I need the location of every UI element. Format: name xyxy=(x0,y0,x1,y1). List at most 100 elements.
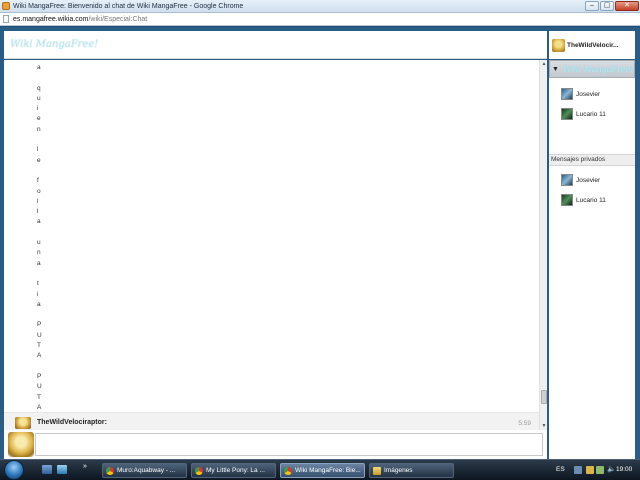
avatar xyxy=(8,432,34,457)
message-line: P xyxy=(37,372,42,380)
message-line: P xyxy=(37,321,42,329)
close-button[interactable]: ✕ xyxy=(615,1,639,11)
taskbar-item-label: Imágenes xyxy=(384,467,413,474)
window-titlebar: Wiki MangaFree: Bienvenido al chat de Wi… xyxy=(0,0,640,13)
avatar xyxy=(561,88,573,100)
chat-message-input[interactable] xyxy=(35,433,543,456)
tray-network-icon[interactable] xyxy=(574,466,582,474)
message-line: a xyxy=(37,300,41,308)
chat-scrollbar[interactable]: ▲ ▼ xyxy=(539,60,547,430)
taskbar-item[interactable]: Wiki MangaFree: Bie... xyxy=(280,463,365,478)
message-line: l xyxy=(37,146,39,154)
chrome-icon xyxy=(195,466,203,475)
scroll-up-arrow-icon[interactable]: ▲ xyxy=(540,60,547,68)
scroll-thumb[interactable] xyxy=(541,390,547,404)
avatar xyxy=(552,38,565,52)
taskbar-item[interactable]: My Little Pony: La ... xyxy=(191,463,276,478)
language-indicator[interactable]: ES xyxy=(556,466,565,473)
message-line: i xyxy=(37,290,39,298)
taskbar: » Muro:Aquabway - ... My Little Pony: La… xyxy=(0,459,640,480)
chat-input-area xyxy=(4,430,547,459)
window-controls: – ▢ ✕ xyxy=(585,1,639,11)
message-line: n xyxy=(37,125,41,133)
chat-header: Wiki MangaFree! xyxy=(4,31,547,59)
message-line: T xyxy=(37,342,41,350)
message-line xyxy=(37,166,42,176)
message-line xyxy=(37,228,42,238)
folder-icon xyxy=(373,466,381,475)
message-line: q xyxy=(37,84,41,92)
user-name: Josevier xyxy=(576,176,601,184)
user-name: Josevier xyxy=(576,90,601,98)
current-user-name: TheWildVelocir... xyxy=(567,41,619,49)
message-line: f xyxy=(37,177,39,185)
message-line xyxy=(37,73,42,83)
clock[interactable]: 19:00 xyxy=(616,466,632,473)
taskbar-item[interactable]: Muro:Aquabway - ... xyxy=(102,463,187,478)
user-name: Lucario 11 xyxy=(576,196,606,204)
message-line xyxy=(37,135,42,145)
user-list-item[interactable]: Lucario 11 xyxy=(561,108,606,120)
address-bar[interactable]: es.mangafree.wikia.com /wiki/Especial:Ch… xyxy=(0,13,640,26)
message-line xyxy=(37,362,42,372)
url-host: es.mangafree.wikia.com xyxy=(13,15,89,23)
message-line xyxy=(37,269,42,279)
chat-log[interactable]: aquienlefollaunatiaPUTAPUTA TheWildVeloc… xyxy=(4,60,547,430)
message-line: u xyxy=(37,94,41,102)
show-desktop-icon[interactable] xyxy=(42,465,52,474)
taskbar-item-label: My Little Pony: La ... xyxy=(206,467,265,474)
message-line: t xyxy=(37,280,39,288)
message-line: U xyxy=(37,331,42,339)
private-user-item[interactable]: Lucario 11 xyxy=(561,194,606,206)
private-user-item[interactable]: Josevier xyxy=(561,174,600,186)
message-line: l xyxy=(37,197,39,205)
avatar xyxy=(561,108,573,120)
tray-app-icon[interactable] xyxy=(586,466,594,474)
switch-windows-icon[interactable] xyxy=(57,465,67,474)
message-author[interactable]: TheWildVelociraptor: xyxy=(37,419,107,426)
minimize-button[interactable]: – xyxy=(585,1,599,11)
chrome-icon xyxy=(284,466,292,475)
taskbar-item[interactable]: Imágenes xyxy=(369,463,454,478)
quick-launch-more-button[interactable]: » xyxy=(83,463,87,470)
chat-message: TheWildVelociraptor: 5:59 xyxy=(4,412,539,430)
windows-start-icon[interactable] xyxy=(4,460,24,480)
private-messages-header: Mensajes privados xyxy=(549,154,635,166)
wiki-logo[interactable]: Wiki MangaFree! xyxy=(10,39,98,50)
scroll-down-arrow-icon[interactable]: ▼ xyxy=(540,422,547,430)
maximize-button[interactable]: ▢ xyxy=(600,1,614,11)
message-line: u xyxy=(37,239,41,247)
triangle-down-icon[interactable]: ▼ xyxy=(552,66,559,73)
taskbar-item-label: Wiki MangaFree: Bie... xyxy=(295,467,361,474)
message-line: e xyxy=(37,156,41,164)
message-timestamp: 5:59 xyxy=(518,420,531,427)
room-name: Wiki MangaFree! xyxy=(562,64,634,74)
user-list-item[interactable]: Josevier xyxy=(561,88,600,100)
message-line: T xyxy=(37,393,41,401)
wiki-favicon-icon xyxy=(2,2,10,10)
message-line: A xyxy=(37,352,42,360)
message-line: n xyxy=(37,249,41,257)
avatar xyxy=(561,194,573,206)
message-body: aquienlefollaunatiaPUTAPUTA xyxy=(37,63,42,413)
current-user-card[interactable]: TheWildVelocir... xyxy=(549,31,635,59)
message-line: U xyxy=(37,383,42,391)
message-line xyxy=(37,310,42,320)
room-header[interactable]: ▼ Wiki MangaFree! xyxy=(549,60,635,78)
volume-icon[interactable]: 🔈 xyxy=(607,465,616,473)
avatar xyxy=(15,417,31,429)
window-title: Wiki MangaFree: Bienvenido al chat de Wi… xyxy=(13,2,244,10)
message-line: a xyxy=(37,259,41,267)
taskbar-item-label: Muro:Aquabway - ... xyxy=(117,467,176,474)
message-line: i xyxy=(37,105,39,113)
user-name: Lucario 11 xyxy=(576,110,606,118)
avatar xyxy=(561,174,573,186)
message-line: l xyxy=(37,208,39,216)
message-line: a xyxy=(37,64,41,71)
chrome-icon xyxy=(106,466,114,475)
url-path: /wiki/Especial:Chat xyxy=(88,15,148,23)
page-icon xyxy=(3,15,9,23)
chat-page: Wiki MangaFree! TheWildVelocir... aquien… xyxy=(0,27,640,459)
chat-sidebar: ▼ Wiki MangaFree! Josevier Lucario 11 Me… xyxy=(549,60,635,459)
tray-update-icon[interactable] xyxy=(596,466,604,474)
